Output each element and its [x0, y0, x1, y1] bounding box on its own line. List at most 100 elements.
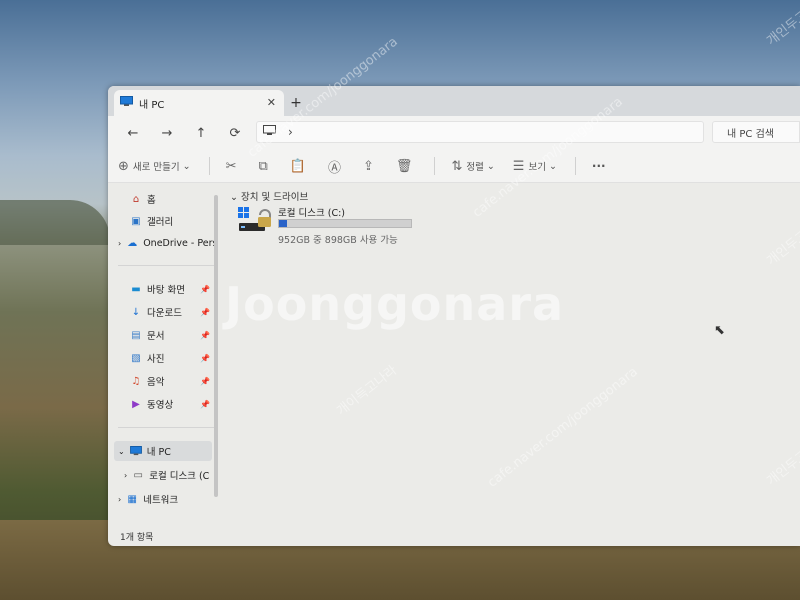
- plus-circle-icon: ⊕: [118, 158, 129, 174]
- pin-icon[interactable]: 📌: [200, 331, 210, 340]
- sidebar-item-label: 로컬 디스크 (C: [149, 471, 210, 482]
- mouse-cursor-icon: ⬉: [714, 323, 725, 338]
- explorer-body: ⌂ 홈 ▣ 갤러리 › ☁ OneDrive - Pers ▬ 바탕 화면 📌 …: [108, 183, 800, 546]
- sort-label: 정렬: [466, 162, 484, 173]
- cloud-icon: ☁: [127, 237, 138, 249]
- sidebar-scrollbar[interactable]: [214, 195, 218, 497]
- group-header-label: 장치 및 드라이브: [241, 192, 309, 203]
- document-icon: ▤: [131, 329, 141, 341]
- rename-icon[interactable]: Ⓐ: [328, 157, 345, 176]
- sidebar-item-label: 사진: [147, 354, 165, 365]
- drive-tile-c[interactable]: 로컬 디스크 (C:) 952GB 중 898GB 사용 가능: [238, 205, 428, 246]
- drive-icon: ▭: [133, 469, 143, 481]
- sort-button[interactable]: ⇅ 정렬 ⌄: [451, 159, 494, 174]
- sidebar-item-label: 갤러리: [147, 217, 174, 228]
- sidebar-item-home[interactable]: ⌂ 홈: [130, 189, 156, 209]
- cut-icon[interactable]: ✂: [226, 159, 241, 174]
- back-arrow-icon[interactable]: ←: [116, 126, 150, 141]
- new-tab-button[interactable]: +: [284, 90, 308, 116]
- sidebar-item-label: 동영상: [147, 400, 174, 411]
- view-list-icon: ☰: [512, 158, 525, 174]
- monitor-outline-icon: [263, 125, 276, 139]
- breadcrumb-chevron-icon[interactable]: ›: [288, 125, 293, 139]
- video-icon: ▶: [132, 398, 140, 410]
- content-pane: ⌄ 장치 및 드라이브 로컬 디스크 (C:) 952GB 중 898GB 사용…: [230, 183, 800, 528]
- sidebar-item-local-disk[interactable]: › ▭ 로컬 디스크 (C: [124, 465, 209, 485]
- chevron-right-icon[interactable]: ›: [124, 471, 127, 480]
- search-input[interactable]: 내 PC 검색: [712, 121, 800, 143]
- sort-icon: ⇅: [451, 158, 463, 174]
- desktop-icon: ▬: [131, 283, 141, 295]
- divider: [434, 157, 436, 175]
- sidebar-item-documents[interactable]: ▤ 문서: [130, 325, 164, 345]
- pin-icon[interactable]: 📌: [200, 400, 210, 409]
- navigation-pane: ⌂ 홈 ▣ 갤러리 › ☁ OneDrive - Pers ▬ 바탕 화면 📌 …: [108, 183, 217, 528]
- drive-usage-bar: [278, 219, 412, 228]
- sidebar-item-desktop[interactable]: ▬ 바탕 화면: [130, 279, 185, 299]
- divider: [118, 427, 214, 428]
- sidebar-item-pictures[interactable]: ▧ 사진: [130, 348, 164, 368]
- up-arrow-icon[interactable]: ↑: [184, 126, 218, 141]
- sidebar-item-label: 내 PC: [146, 447, 171, 458]
- sidebar-item-label: OneDrive - Pers: [143, 237, 218, 249]
- pin-icon[interactable]: 📌: [200, 308, 210, 317]
- tab-bar: 내 PC ✕ +: [108, 86, 800, 116]
- tab-this-pc[interactable]: 내 PC ✕: [114, 90, 284, 116]
- navigation-bar: ← → ↑ ⟳ › 내 PC 검색: [108, 116, 800, 150]
- sidebar-item-music[interactable]: ♫ 음악: [130, 371, 165, 391]
- share-icon[interactable]: ⇪: [363, 159, 378, 174]
- sidebar-item-videos[interactable]: ▶ 동영상: [130, 394, 173, 414]
- chevron-down-icon: ⌄: [486, 160, 495, 172]
- pin-icon[interactable]: 📌: [200, 285, 210, 294]
- close-tab-icon[interactable]: ✕: [267, 96, 276, 109]
- view-label: 보기: [528, 162, 546, 173]
- monitor-icon: [120, 96, 133, 110]
- group-header[interactable]: ⌄ 장치 및 드라이브: [230, 189, 308, 203]
- music-icon: ♫: [131, 375, 141, 387]
- sidebar-item-this-pc[interactable]: ⌄ 내 PC: [114, 441, 212, 461]
- sidebar-item-label: 홈: [147, 195, 156, 206]
- paste-icon[interactable]: 📋: [290, 159, 310, 174]
- command-bar: ⊕ 새로 만들기 ⌄ ✂ ⧉ 📋 Ⓐ ⇪ 🗑 ⇅ 정렬 ⌄ ☰ 보기 ⌄ ···: [108, 150, 800, 183]
- sidebar-item-label: 다운로드: [147, 308, 182, 319]
- sidebar-item-downloads[interactable]: ↓ 다운로드: [130, 302, 182, 322]
- refresh-icon[interactable]: ⟳: [218, 126, 252, 141]
- delete-icon[interactable]: 🗑: [396, 159, 417, 174]
- status-bar-count: 1개 항목: [120, 533, 154, 543]
- pin-icon[interactable]: 📌: [200, 377, 210, 386]
- network-icon: ▦: [127, 493, 137, 505]
- chevron-down-icon: ⌄: [230, 192, 238, 203]
- sidebar-item-network[interactable]: › ▦ 네트워크: [118, 489, 178, 509]
- address-bar[interactable]: ›: [256, 121, 704, 143]
- view-button[interactable]: ☰ 보기 ⌄: [513, 159, 557, 174]
- new-button-label: 새로 만들기: [132, 162, 180, 173]
- pin-icon[interactable]: 📌: [200, 354, 210, 363]
- sidebar-item-onedrive[interactable]: › ☁ OneDrive - Pers: [118, 233, 217, 253]
- drive-name: 로컬 디스크 (C:): [278, 208, 345, 219]
- sidebar-item-gallery[interactable]: ▣ 갤러리: [130, 211, 173, 231]
- more-options-button[interactable]: ···: [592, 159, 606, 173]
- drive-free-space: 952GB 중 898GB 사용 가능: [278, 235, 398, 246]
- chevron-down-icon: ⌄: [548, 160, 557, 172]
- sidebar-item-label: 바탕 화면: [147, 285, 185, 296]
- chevron-right-icon[interactable]: ›: [118, 495, 121, 504]
- monitor-icon: [129, 445, 142, 457]
- divider: [118, 265, 214, 266]
- chevron-right-icon[interactable]: ›: [118, 239, 121, 248]
- forward-arrow-icon[interactable]: →: [150, 126, 184, 141]
- tab-label: 내 PC: [139, 99, 165, 111]
- sidebar-item-label: 문서: [147, 331, 165, 342]
- download-icon: ↓: [131, 306, 141, 318]
- watermark-korean: 개인두고나라: [764, 0, 800, 50]
- drive-usage-fill: [279, 220, 287, 227]
- file-explorer-window: 내 PC ✕ + ← → ↑ ⟳ › 내 PC 검색 ⊕ 새로 만들기 ⌄ ✂ …: [108, 86, 800, 546]
- copy-icon[interactable]: ⧉: [259, 159, 272, 174]
- chevron-down-icon[interactable]: ⌄: [118, 447, 125, 456]
- new-button[interactable]: ⊕ 새로 만들기 ⌄: [118, 159, 191, 174]
- divider: [208, 157, 210, 175]
- locked-drive-icon: [238, 207, 272, 233]
- sidebar-item-label: 네트워크: [143, 495, 179, 506]
- home-icon: ⌂: [132, 193, 140, 205]
- divider: [574, 157, 576, 175]
- chevron-down-icon: ⌄: [182, 160, 191, 172]
